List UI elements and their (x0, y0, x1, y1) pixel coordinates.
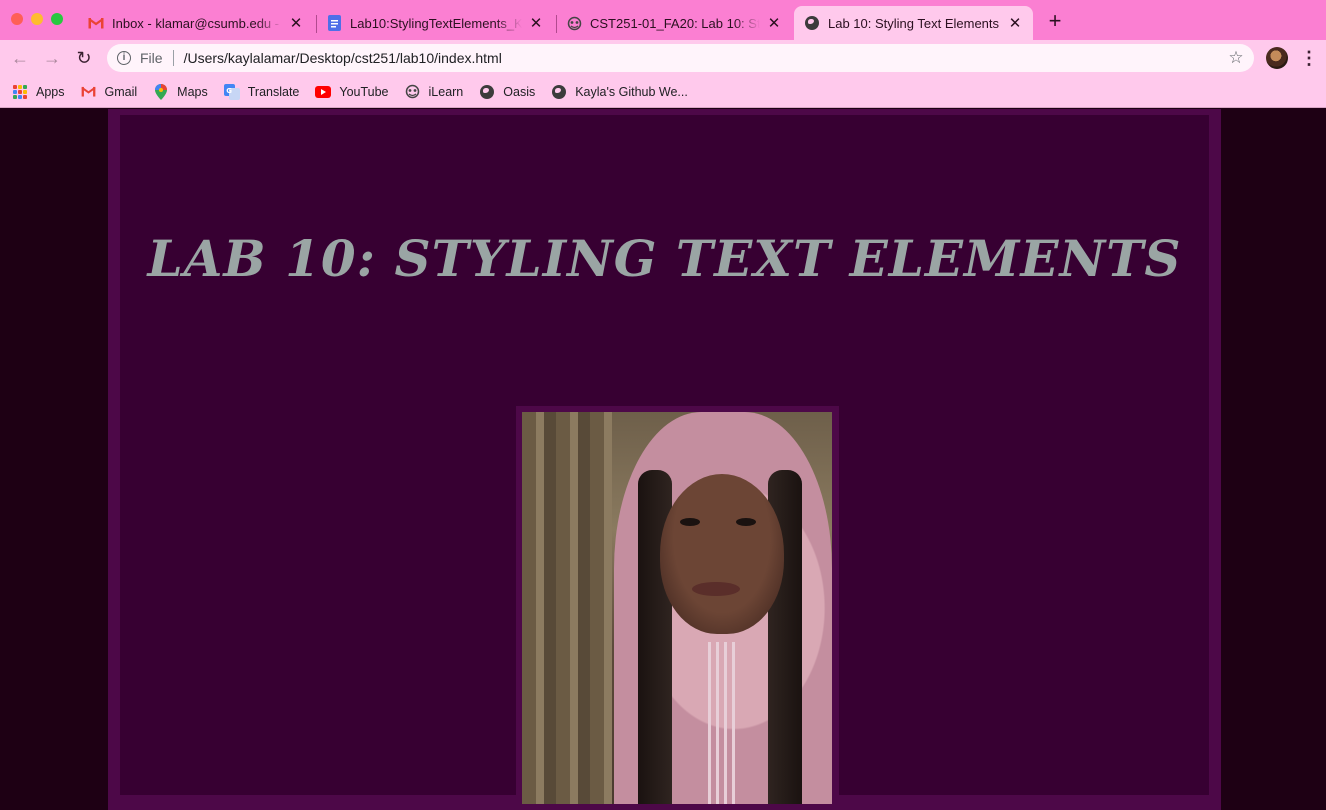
browser-toolbar: ← → ↻ i File /Users/kaylalamar/Desktop/c… (0, 40, 1326, 76)
bookmark-label: iLearn (428, 84, 464, 99)
bookmark-label: Maps (177, 84, 208, 99)
close-tab-icon[interactable]: ✕ (766, 14, 782, 32)
tab-strip: Inbox - klamar@csumb.edu - C ✕ Lab10:Sty… (0, 0, 1326, 40)
close-tab-icon[interactable]: ✕ (288, 14, 304, 32)
ilearn-icon (566, 15, 582, 31)
bookmark-label: Oasis (503, 84, 536, 99)
apps-grid-icon (12, 84, 28, 100)
bookmark-github[interactable]: Kayla's Github We... (551, 80, 688, 104)
translate-icon: G (223, 83, 240, 100)
reload-icon[interactable]: ↻ (72, 47, 96, 69)
tab-google-doc[interactable]: Lab10:StylingTextElements_Ka ✕ (316, 6, 554, 40)
close-tab-icon[interactable]: ✕ (528, 14, 544, 32)
close-window-button[interactable] (11, 13, 23, 25)
url-text[interactable]: /Users/kaylalamar/Desktop/cst251/lab10/i… (184, 50, 1226, 66)
bookmark-label: Translate (247, 84, 300, 99)
tab-lab10-active[interactable]: Lab 10: Styling Text Elements ✕ (794, 6, 1033, 40)
youtube-icon (315, 84, 332, 100)
bookmark-star-icon[interactable]: ☆ (1226, 48, 1246, 68)
address-divider (172, 50, 174, 66)
tab-title: Inbox - klamar@csumb.edu - C (112, 15, 282, 31)
bookmarks-bar: Apps Gmail Maps G Translate YouTube iLea… (0, 76, 1326, 108)
bookmark-apps[interactable]: Apps (12, 80, 65, 104)
tab-gmail-inbox[interactable]: Inbox - klamar@csumb.edu - C ✕ (78, 6, 314, 40)
maps-pin-icon (153, 83, 169, 100)
bookmark-label: Kayla's Github We... (575, 84, 688, 99)
google-docs-icon (326, 15, 342, 31)
new-tab-button[interactable]: + (1043, 10, 1067, 34)
gmail-icon (88, 15, 104, 31)
scheme-label: File (140, 50, 163, 66)
address-bar[interactable]: i File /Users/kaylalamar/Desktop/cst251/… (107, 44, 1254, 72)
more-menu-icon[interactable]: ⋮ (1300, 47, 1318, 69)
maximize-window-button[interactable] (51, 13, 63, 25)
globe-icon (479, 84, 495, 100)
page-viewport: Lab 10: Styling Text Elements (0, 109, 1326, 810)
svg-text:G: G (226, 87, 232, 95)
back-arrow-icon[interactable]: ← (8, 47, 32, 69)
tab-title: CST251-01_FA20: Lab 10: Styli (590, 15, 760, 31)
tab-ilearn-course[interactable]: CST251-01_FA20: Lab 10: Styli ✕ (556, 6, 792, 40)
bookmark-translate[interactable]: G Translate (223, 80, 300, 104)
bookmark-ilearn[interactable]: iLearn (405, 80, 464, 104)
content-panel: Lab 10: Styling Text Elements (120, 115, 1209, 810)
bookmark-label: Gmail (104, 84, 138, 99)
minimize-window-button[interactable] (31, 13, 43, 25)
bookmark-youtube[interactable]: YouTube (315, 80, 389, 104)
forward-arrow-icon[interactable]: → (40, 47, 64, 69)
page-heading: Lab 10: Styling Text Elements (147, 229, 1182, 288)
gmail-icon (81, 84, 97, 100)
globe-icon (551, 84, 567, 100)
bookmark-label: Apps (36, 84, 65, 99)
bookmark-oasis[interactable]: Oasis (479, 80, 535, 104)
globe-icon (804, 15, 820, 31)
page-wrapper: Lab 10: Styling Text Elements (108, 109, 1221, 810)
ilearn-icon (405, 84, 421, 100)
profile-photo-frame (516, 406, 839, 810)
close-tab-icon[interactable]: ✕ (1007, 14, 1023, 32)
tab-title: Lab10:StylingTextElements_Ka (350, 15, 522, 31)
site-info-icon[interactable]: i (117, 51, 131, 65)
bookmark-maps[interactable]: Maps (153, 80, 208, 104)
bookmark-gmail[interactable]: Gmail (81, 80, 138, 104)
profile-avatar[interactable] (1266, 47, 1288, 69)
tab-title: Lab 10: Styling Text Elements (828, 15, 1000, 31)
bookmark-label: YouTube (339, 84, 389, 99)
profile-photo (522, 412, 832, 804)
